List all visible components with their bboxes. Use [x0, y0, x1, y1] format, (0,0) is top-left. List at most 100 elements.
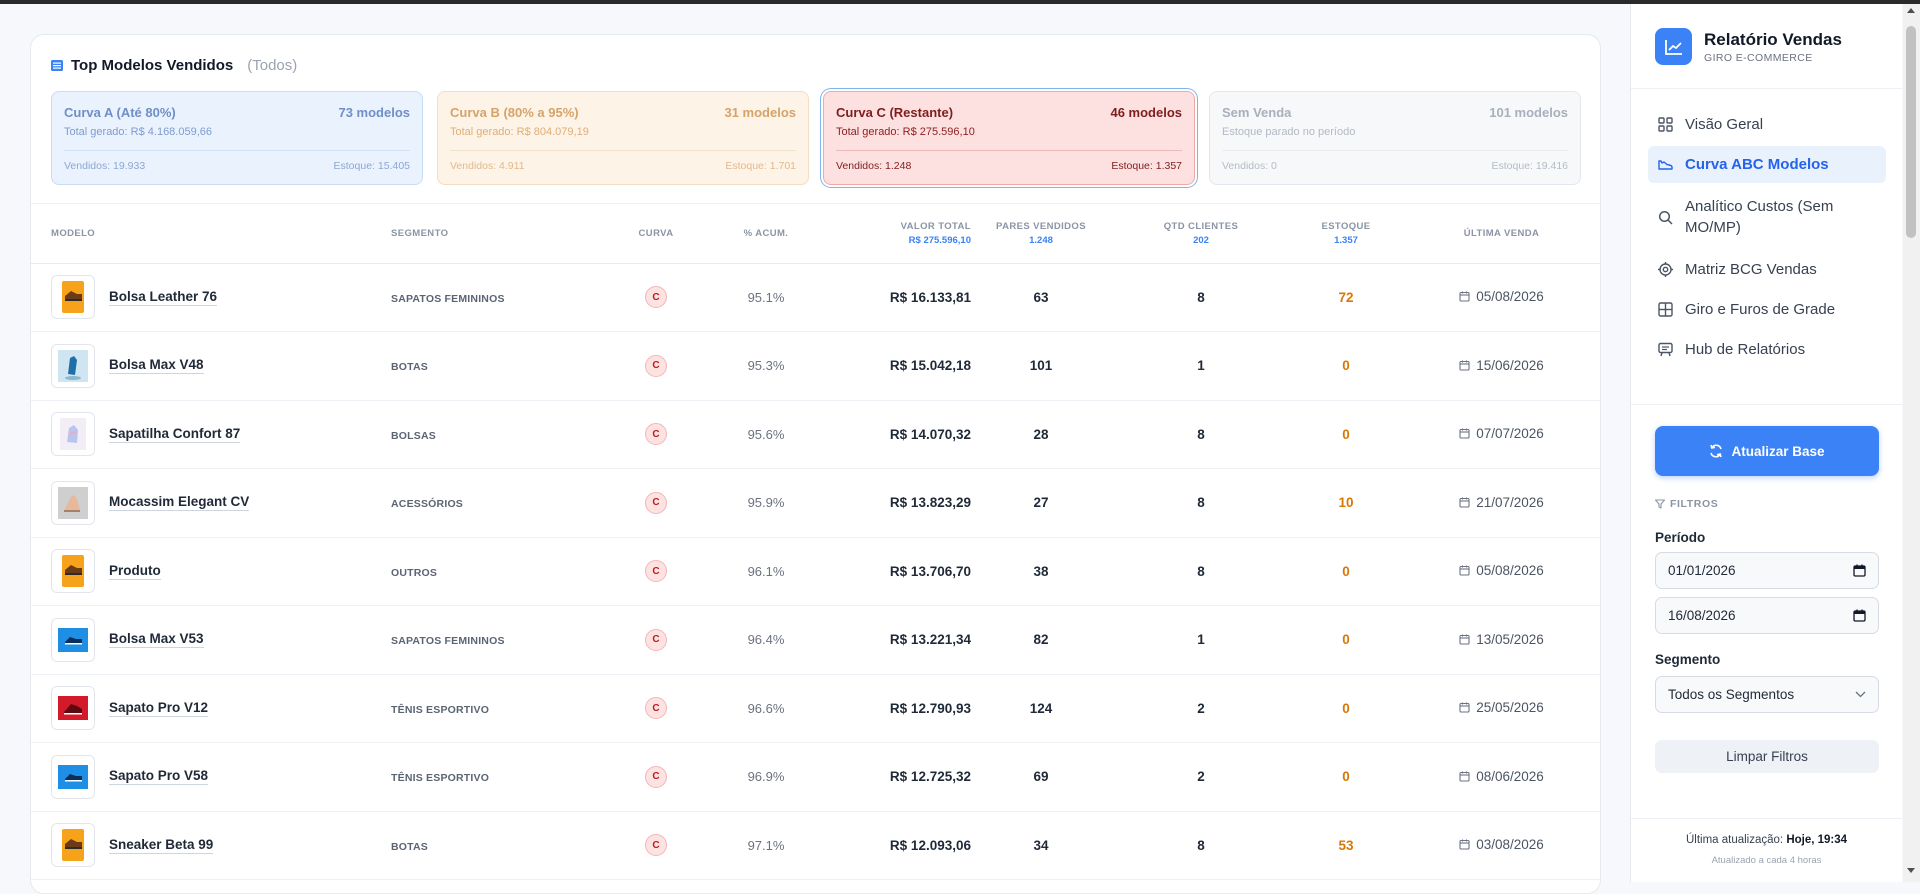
last-sale-cell: 15/06/2026	[1401, 331, 1600, 401]
clear-filters-button[interactable]: Limpar Filtros	[1655, 740, 1879, 773]
table-row[interactable]: Bolsa Max V48 BOTAS C 95.3% R$ 15.042,18 101 1…	[31, 331, 1600, 401]
col-header-pairs[interactable]: PARES VENDIDOS 1.248	[971, 205, 1111, 264]
pairs-cell: 69	[971, 742, 1111, 812]
table-row[interactable]: Sapato Pro V12 TÊNIS ESPORTIVO C 96.6% R$ 12…	[31, 674, 1600, 743]
table-row[interactable]: Sneaker Beta 99 BOTAS C 97.1% R$ 12.093,06 34…	[31, 811, 1600, 880]
card-stock: Estoque: 1.357	[1111, 160, 1182, 172]
product-thumbnail[interactable]	[51, 549, 95, 594]
col-header-model[interactable]: MODELO	[31, 205, 391, 264]
value-cell: R$ 12.093,06	[831, 811, 971, 880]
sidebar-divider	[1631, 404, 1902, 405]
segment-cell: OUTROS	[391, 537, 611, 606]
model-name-link[interactable]: Mocassim Elegant CV	[109, 494, 250, 512]
table-row[interactable]: Bolsa Max V53 SAPATOS FEMININOS C 96.4% R$ 1…	[31, 605, 1600, 675]
date-to-field[interactable]: 16/08/2026	[1655, 597, 1879, 634]
curve-c-card[interactable]: Curva C (Restante) 46 modelos Total gerad…	[823, 91, 1195, 185]
product-thumbnail[interactable]	[51, 617, 95, 662]
model-name-link[interactable]: Sapato Pro V12	[109, 700, 209, 717]
segment-select[interactable]: Todos os Segmentos	[1655, 676, 1879, 713]
table-row[interactable]: Sapatilha Confort 87 BOLSAS C 95.6% R$ 14.07…	[31, 400, 1600, 469]
product-thumbnail[interactable]	[51, 275, 95, 320]
clients-value: 1	[1197, 632, 1205, 648]
product-thumbnail[interactable]	[51, 823, 95, 868]
model-name-link[interactable]: Bolsa Max V53	[109, 631, 204, 649]
product-thumbnail[interactable]	[51, 480, 95, 525]
sidebar-item-visao-geral[interactable]: Visão Geral	[1648, 106, 1886, 143]
card-sold: Vendidos: 1.248	[836, 160, 912, 172]
sidebar-item-analitico-custos[interactable]: Analítico Custos (Sem MO/MP)	[1648, 186, 1886, 248]
model-name-link[interactable]: Sneaker Beta 99	[109, 837, 214, 854]
table-row[interactable]: Sapato Pro V58 TÊNIS ESPORTIVO C 96.9% R$ 12…	[31, 742, 1600, 812]
last-sale-cell: 07/07/2026	[1401, 400, 1600, 469]
filters-label: FILTROS	[1670, 498, 1719, 510]
col-header-last-sale[interactable]: ÚLTIMA VENDA	[1401, 205, 1600, 264]
product-thumbnail[interactable]	[51, 343, 95, 388]
sidebar-item-giro-furos[interactable]: Giro e Furos de Grade	[1648, 291, 1886, 328]
pairs-value: 34	[1033, 837, 1049, 853]
curve-badge: C	[645, 765, 667, 788]
pairs-value: 28	[1033, 426, 1049, 442]
sidebar-divider	[1631, 818, 1902, 819]
last-sale-date: 15/06/2026	[1476, 357, 1544, 373]
curve-b-card[interactable]: Curva B (80% a 95%) 31 modelos Total gera…	[437, 91, 809, 185]
card-count: 101 modelos	[1489, 105, 1568, 120]
no-sales-card[interactable]: Sem Venda 101 modelos Estoque parado no p…	[1209, 91, 1581, 185]
period-label: Período	[1655, 530, 1706, 545]
card-total: Total gerado: R$ 275.596,10	[836, 126, 975, 138]
scroll-up-arrow-icon[interactable]	[1907, 8, 1915, 13]
last-sale-date: 08/06/2026	[1476, 768, 1544, 784]
model-name-link[interactable]: Bolsa Max V48	[109, 357, 204, 375]
product-thumbnail[interactable]	[51, 754, 95, 799]
sidebar-item-matriz-bcg[interactable]: Matriz BCG Vendas	[1648, 251, 1886, 288]
model-cell: Bolsa Max V53	[31, 605, 391, 675]
col-header-cumulative[interactable]: % ACUM.	[701, 205, 831, 264]
segment-value: OUTROS	[391, 566, 438, 579]
model-name-link[interactable]: Produto	[109, 563, 161, 580]
scroll-down-arrow-icon[interactable]	[1907, 868, 1915, 873]
value-cell: R$ 16.133,81	[831, 263, 971, 332]
curve-cards: Curva A (Até 80%) 73 modelos Total gerado…	[51, 91, 1581, 185]
col-header-clients[interactable]: QTD CLIENTES 202	[1111, 205, 1291, 264]
product-thumbnail[interactable]	[51, 686, 95, 731]
product-thumbnail[interactable]	[51, 412, 95, 457]
curve-a-card[interactable]: Curva A (Até 80%) 73 modelos Total gerado…	[51, 91, 423, 185]
model-name-link[interactable]: Bolsa Leather 76	[109, 289, 218, 306]
brand-title: Relatório Vendas	[1704, 29, 1842, 49]
table-row[interactable]: Produto OUTROS C 96.1% R$ 13.706,70 38 8 0 05/08…	[31, 537, 1600, 606]
update-base-button[interactable]: Atualizar Base	[1655, 426, 1879, 476]
cumulative-cell: 96.9%	[701, 742, 831, 812]
model-cell: Bolsa Max V48	[31, 331, 391, 401]
curve-cell: C	[611, 263, 701, 332]
calendar-icon	[1459, 771, 1470, 782]
sidebar-item-hub-relatorios[interactable]: Hub de Relatórios	[1648, 331, 1886, 368]
last-sale-cell: 13/05/2026	[1401, 605, 1600, 675]
total-value: R$ 16.133,81	[889, 289, 971, 305]
total-value: R$ 12.790,93	[889, 700, 971, 716]
stock-value: 53	[1338, 837, 1354, 853]
col-header-curve[interactable]: CURVA	[611, 205, 701, 264]
sidebar-item-label: Analítico Custos (Sem MO/MP)	[1685, 198, 1834, 236]
model-name-link[interactable]: Sapatilha Confort 87	[109, 426, 241, 443]
table-row[interactable]: Mocassim Elegant CV ACESSÓRIOS C 95.9% R$ 13…	[31, 468, 1600, 538]
curve-badge: C	[645, 286, 667, 309]
brand: Relatório Vendas GIRO E-COMMERCE	[1655, 28, 1842, 65]
curve-cell: C	[611, 537, 701, 606]
card-title: Curva B (80% a 95%)	[450, 105, 579, 120]
last-sale-cell: 03/08/2026	[1401, 811, 1600, 880]
scrollbar-thumb[interactable]	[1906, 26, 1916, 238]
curve-badge: C	[645, 697, 667, 720]
col-header-segment[interactable]: SEGMENTO	[391, 205, 611, 264]
value-cell: R$ 14.070,32	[831, 400, 971, 469]
pairs-value: 63	[1033, 289, 1049, 305]
calendar-icon	[1459, 565, 1470, 576]
clients-cell: 1	[1111, 331, 1291, 401]
model-name-link[interactable]: Sapato Pro V58	[109, 768, 209, 786]
last-sale-cell: 08/06/2026	[1401, 742, 1600, 812]
sidebar-item-curva-abc[interactable]: Curva ABC Modelos	[1648, 146, 1886, 183]
clients-cell: 2	[1111, 674, 1291, 743]
col-header-stock[interactable]: ESTOQUE 1.357	[1291, 205, 1401, 264]
col-header-total-value[interactable]: VALOR TOTAL r$ 275.596,10	[831, 205, 971, 264]
date-from-field[interactable]: 01/01/2026	[1655, 552, 1879, 589]
pairs-value: 82	[1033, 632, 1049, 648]
table-row[interactable]: Bolsa Leather 76 SAPATOS FEMININOS C 95.1% R…	[31, 263, 1600, 332]
